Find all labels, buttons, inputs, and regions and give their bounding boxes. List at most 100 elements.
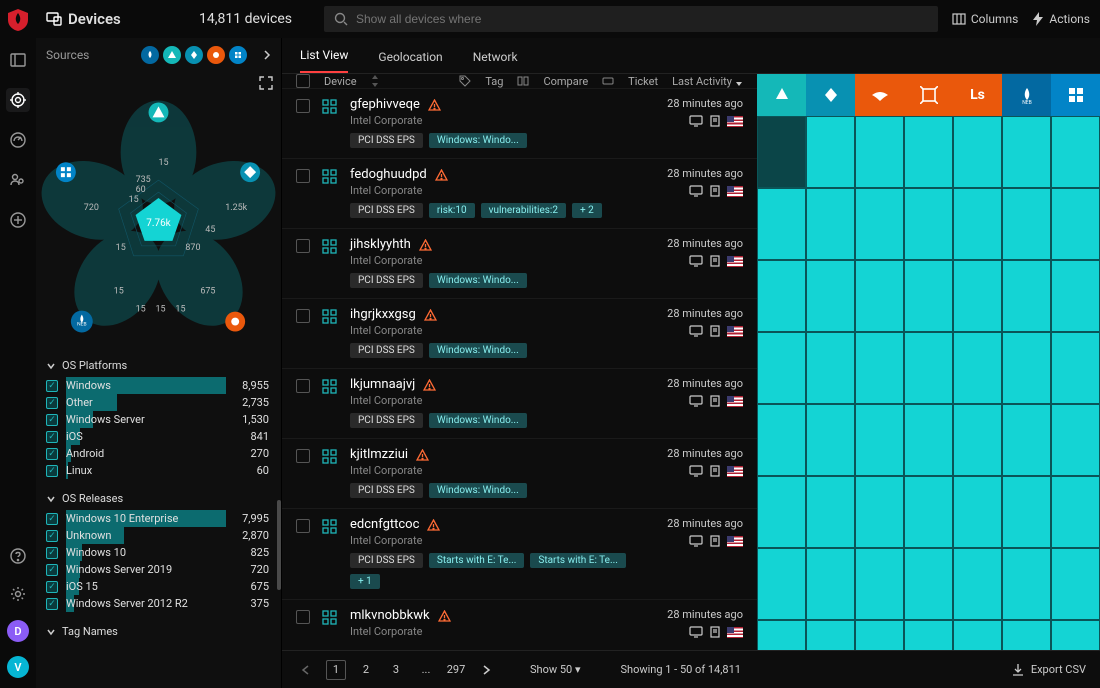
row-checkbox[interactable] (296, 239, 310, 253)
col-tag[interactable]: Tag (485, 75, 503, 88)
facet-row[interactable]: Windows Server 1,530 (46, 411, 271, 428)
matrix-cell[interactable] (1002, 260, 1051, 332)
matrix-cell[interactable] (806, 404, 855, 476)
matrix-cell[interactable] (904, 260, 953, 332)
matrix-cell[interactable] (806, 260, 855, 332)
facet-row[interactable]: Windows Server 2019 720 (46, 561, 271, 578)
matrix-cell[interactable] (757, 188, 806, 260)
matrix-col-header[interactable]: Ls (953, 74, 1002, 116)
matrix-cell[interactable] (757, 116, 806, 188)
checkbox[interactable] (46, 397, 58, 409)
matrix-cell[interactable] (1051, 188, 1100, 260)
matrix-cell[interactable] (806, 476, 855, 548)
tag-chip[interactable]: + 1 (350, 574, 380, 589)
page-size-select[interactable]: Show 50 ▾ (530, 663, 580, 676)
matrix-cell[interactable] (1002, 548, 1051, 620)
page-number[interactable]: 2 (356, 660, 376, 680)
matrix-cell[interactable] (904, 620, 953, 650)
row-checkbox[interactable] (296, 309, 310, 323)
settings-icon[interactable] (6, 582, 30, 606)
row-checkbox[interactable] (296, 519, 310, 533)
export-csv-button[interactable]: Export CSV (1011, 663, 1086, 677)
matrix-cell[interactable] (1051, 332, 1100, 404)
matrix-cell[interactable] (757, 620, 806, 650)
page-number[interactable]: 3 (386, 660, 406, 680)
nav-panel-icon[interactable] (6, 48, 30, 72)
matrix-cell[interactable] (855, 260, 904, 332)
matrix-cell[interactable] (904, 116, 953, 188)
matrix-cell[interactable] (904, 188, 953, 260)
table-row[interactable]: ihgrjkxxgsg Intel Corporate PCI DSS EPSW… (282, 299, 757, 369)
matrix-cell[interactable] (953, 476, 1002, 548)
search-input[interactable] (324, 6, 938, 32)
nav-add-icon[interactable] (6, 208, 30, 232)
facet-row[interactable]: Other 2,735 (46, 394, 271, 411)
col-last-activity[interactable]: Last Activity (672, 75, 743, 88)
tag-chip[interactable]: PCI DSS EPS (350, 133, 423, 148)
checkbox[interactable] (46, 530, 58, 542)
matrix-cell[interactable] (1002, 116, 1051, 188)
source-icon[interactable] (185, 46, 203, 64)
tab-list-view[interactable]: List View (300, 48, 348, 73)
table-row[interactable]: kjitlmzziui Intel Corporate PCI DSS EPSW… (282, 439, 757, 509)
source-icon[interactable] (207, 46, 225, 64)
tag-chip[interactable]: risk:10 (429, 203, 475, 218)
matrix-cell[interactable] (855, 548, 904, 620)
matrix-cell[interactable] (1002, 620, 1051, 650)
tag-chip[interactable]: Starts with E: Te... (530, 553, 626, 568)
matrix-cell[interactable] (855, 476, 904, 548)
matrix-cell[interactable] (855, 404, 904, 476)
tab-geolocation[interactable]: Geolocation (378, 50, 442, 73)
matrix-col-header[interactable] (1051, 74, 1100, 116)
row-checkbox[interactable] (296, 99, 310, 113)
tag-chip[interactable]: Windows: Windo... (429, 133, 527, 148)
checkbox[interactable] (46, 448, 58, 460)
select-all-checkbox[interactable] (296, 74, 310, 88)
tag-chip[interactable]: PCI DSS EPS (350, 413, 423, 428)
matrix-cell[interactable] (806, 188, 855, 260)
table-row[interactable]: mlkvnobbkwk Intel Corporate 28 minutes a… (282, 600, 757, 650)
matrix-cell[interactable] (953, 620, 1002, 650)
expand-icon[interactable] (259, 76, 273, 90)
matrix-cell[interactable] (1002, 476, 1051, 548)
matrix-cell[interactable] (1051, 404, 1100, 476)
tag-chip[interactable]: PCI DSS EPS (350, 553, 423, 568)
matrix-cell[interactable] (1051, 548, 1100, 620)
facet-row[interactable]: Windows Server 2012 R2 375 (46, 595, 271, 612)
col-ticket[interactable]: Ticket (628, 75, 658, 88)
tag-chip[interactable]: Windows: Windo... (429, 413, 527, 428)
tag-chip[interactable]: + 2 (572, 203, 602, 218)
help-icon[interactable] (6, 544, 30, 568)
tag-chip[interactable]: PCI DSS EPS (350, 203, 423, 218)
tab-network[interactable]: Network (473, 50, 518, 73)
facet-row[interactable]: Windows 10 825 (46, 544, 271, 561)
source-icon[interactable] (229, 46, 247, 64)
matrix-cell[interactable] (855, 116, 904, 188)
matrix-cell[interactable] (1051, 116, 1100, 188)
checkbox[interactable] (46, 380, 58, 392)
page-prev[interactable] (296, 660, 316, 680)
facet-row[interactable]: iOS 15 675 (46, 578, 271, 595)
matrix-cell[interactable] (953, 332, 1002, 404)
tag-chip[interactable]: vulnerabilities:2 (481, 203, 566, 218)
source-icon[interactable] (163, 46, 181, 64)
matrix-cell[interactable] (904, 548, 953, 620)
page-next[interactable] (476, 660, 496, 680)
matrix-cell[interactable] (757, 476, 806, 548)
facet-toggle[interactable]: OS Platforms (46, 354, 271, 377)
tag-chip[interactable]: Windows: Windo... (429, 273, 527, 288)
matrix-cell[interactable] (855, 620, 904, 650)
tag-chip[interactable]: Starts with E: Te... (429, 553, 525, 568)
facet-row[interactable]: Linux 60 (46, 462, 271, 479)
matrix-cell[interactable] (953, 260, 1002, 332)
checkbox[interactable] (46, 431, 58, 443)
matrix-col-header[interactable] (806, 74, 855, 116)
matrix-cell[interactable] (904, 332, 953, 404)
nav-users-icon[interactable] (6, 168, 30, 192)
facet-row[interactable]: Windows 8,955 (46, 377, 271, 394)
table-row[interactable]: edcnfgttcoc Intel Corporate PCI DSS EPSS… (282, 509, 757, 600)
matrix-cell[interactable] (1002, 332, 1051, 404)
checkbox[interactable] (46, 564, 58, 576)
checkbox[interactable] (46, 581, 58, 593)
checkbox[interactable] (46, 547, 58, 559)
